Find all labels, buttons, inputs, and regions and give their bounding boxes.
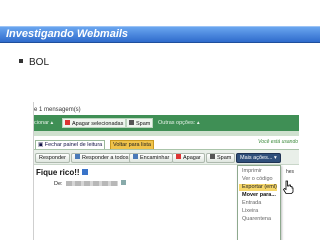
spam-icon [210,154,215,160]
forward-button[interactable]: Encaminhar [129,153,174,163]
menu-item-view-source[interactable]: Ver o código [242,176,273,182]
bullet-text: BOL [29,57,50,68]
webmail-screenshot: e 1 mensagem(s) cionar ▴ Apagar selecion… [33,102,299,240]
more-actions-label: Mais ações... [240,155,273,161]
menu-item-export-eml[interactable]: Exportar (eml) [239,184,277,191]
reply-all-icon [75,154,80,160]
spam-icon [129,120,134,126]
menu-header-move-to: Mover para... [242,192,276,198]
forward-icon [133,154,138,160]
message-subject-text: Fique rico!! [36,168,80,177]
message-subject: Fique rico!! [36,168,90,177]
move-select-label: cionar [34,120,49,126]
tab-close-reading-panel[interactable]: ▣ Fechar painel de leitura [35,140,106,149]
reply-all-button[interactable]: Responder a todos [71,153,133,163]
trash-icon [176,154,181,160]
hand-cursor-icon [282,180,294,194]
reply-label: Responder [39,155,66,161]
spam-label: Spam [136,121,151,127]
bullet-square-icon [19,59,23,64]
flag-icon[interactable] [81,168,88,175]
other-options-select[interactable]: Outras opções: ▴ [158,118,200,128]
reply-button[interactable]: Responder [35,153,70,163]
slide-title: Investigando Webmails [6,28,129,40]
divider-strip [34,131,299,136]
redacted-sender [65,181,118,187]
from-row: De: [54,180,128,187]
spam-toolbar-label: Spam [217,155,232,161]
spam-button[interactable]: Spam [126,118,154,128]
menu-item-print[interactable]: Imprimir [242,168,262,174]
bullet-item: BOL [19,57,49,68]
chevron-down-icon: ▾ [273,155,277,161]
message-toolbar: Responder Responder a todos Encaminhar A… [34,149,299,165]
tab-close-reading-panel-label: Fechar painel de leitura [44,142,103,148]
more-actions-menu: Imprimir Ver o código Exportar (eml) Mov… [237,165,281,240]
trash-icon [65,120,70,126]
chevron-up-icon: ▴ [50,120,54,126]
menu-item-trash[interactable]: Lixeira [242,208,258,214]
message-count: e 1 mensagem(s) [34,107,81,113]
menu-item-inbox[interactable]: Entrada [242,200,261,206]
delete-selected-button[interactable]: Apagar selecionadas [62,118,127,128]
more-actions-button[interactable]: Mais ações... ▾ [236,153,281,163]
forward-label: Encaminhar [140,155,170,161]
delete-label: Apagar [183,155,201,161]
reply-all-label: Responder a todos [82,155,129,161]
menu-item-quarantine[interactable]: Quarentena [242,216,271,222]
delete-selected-label: Apagar selecionadas [72,121,124,127]
presentation-slide: Investigando Webmails BOL e 1 mensagem(s… [0,0,320,240]
partial-text-right: hes [286,169,295,175]
spam-toolbar-button[interactable]: Spam [206,153,236,163]
contact-icon[interactable] [121,180,127,186]
tab-back-to-list-label: Voltar para lista [113,142,151,148]
other-options-label: Outras opções: [158,120,196,126]
close-panel-icon: ▣ [38,142,44,148]
usage-notice: Você está usando [258,139,298,145]
list-action-bar: cionar ▴ Apagar selecionadas Spam Outras… [34,115,299,131]
move-select[interactable]: cionar ▴ [34,118,53,128]
delete-button[interactable]: Apagar [172,153,205,163]
title-banner: Investigando Webmails [0,26,320,43]
chevron-up-icon: ▴ [196,120,200,126]
from-label: De: [54,181,63,187]
tab-back-to-list[interactable]: Voltar para lista [110,140,154,149]
